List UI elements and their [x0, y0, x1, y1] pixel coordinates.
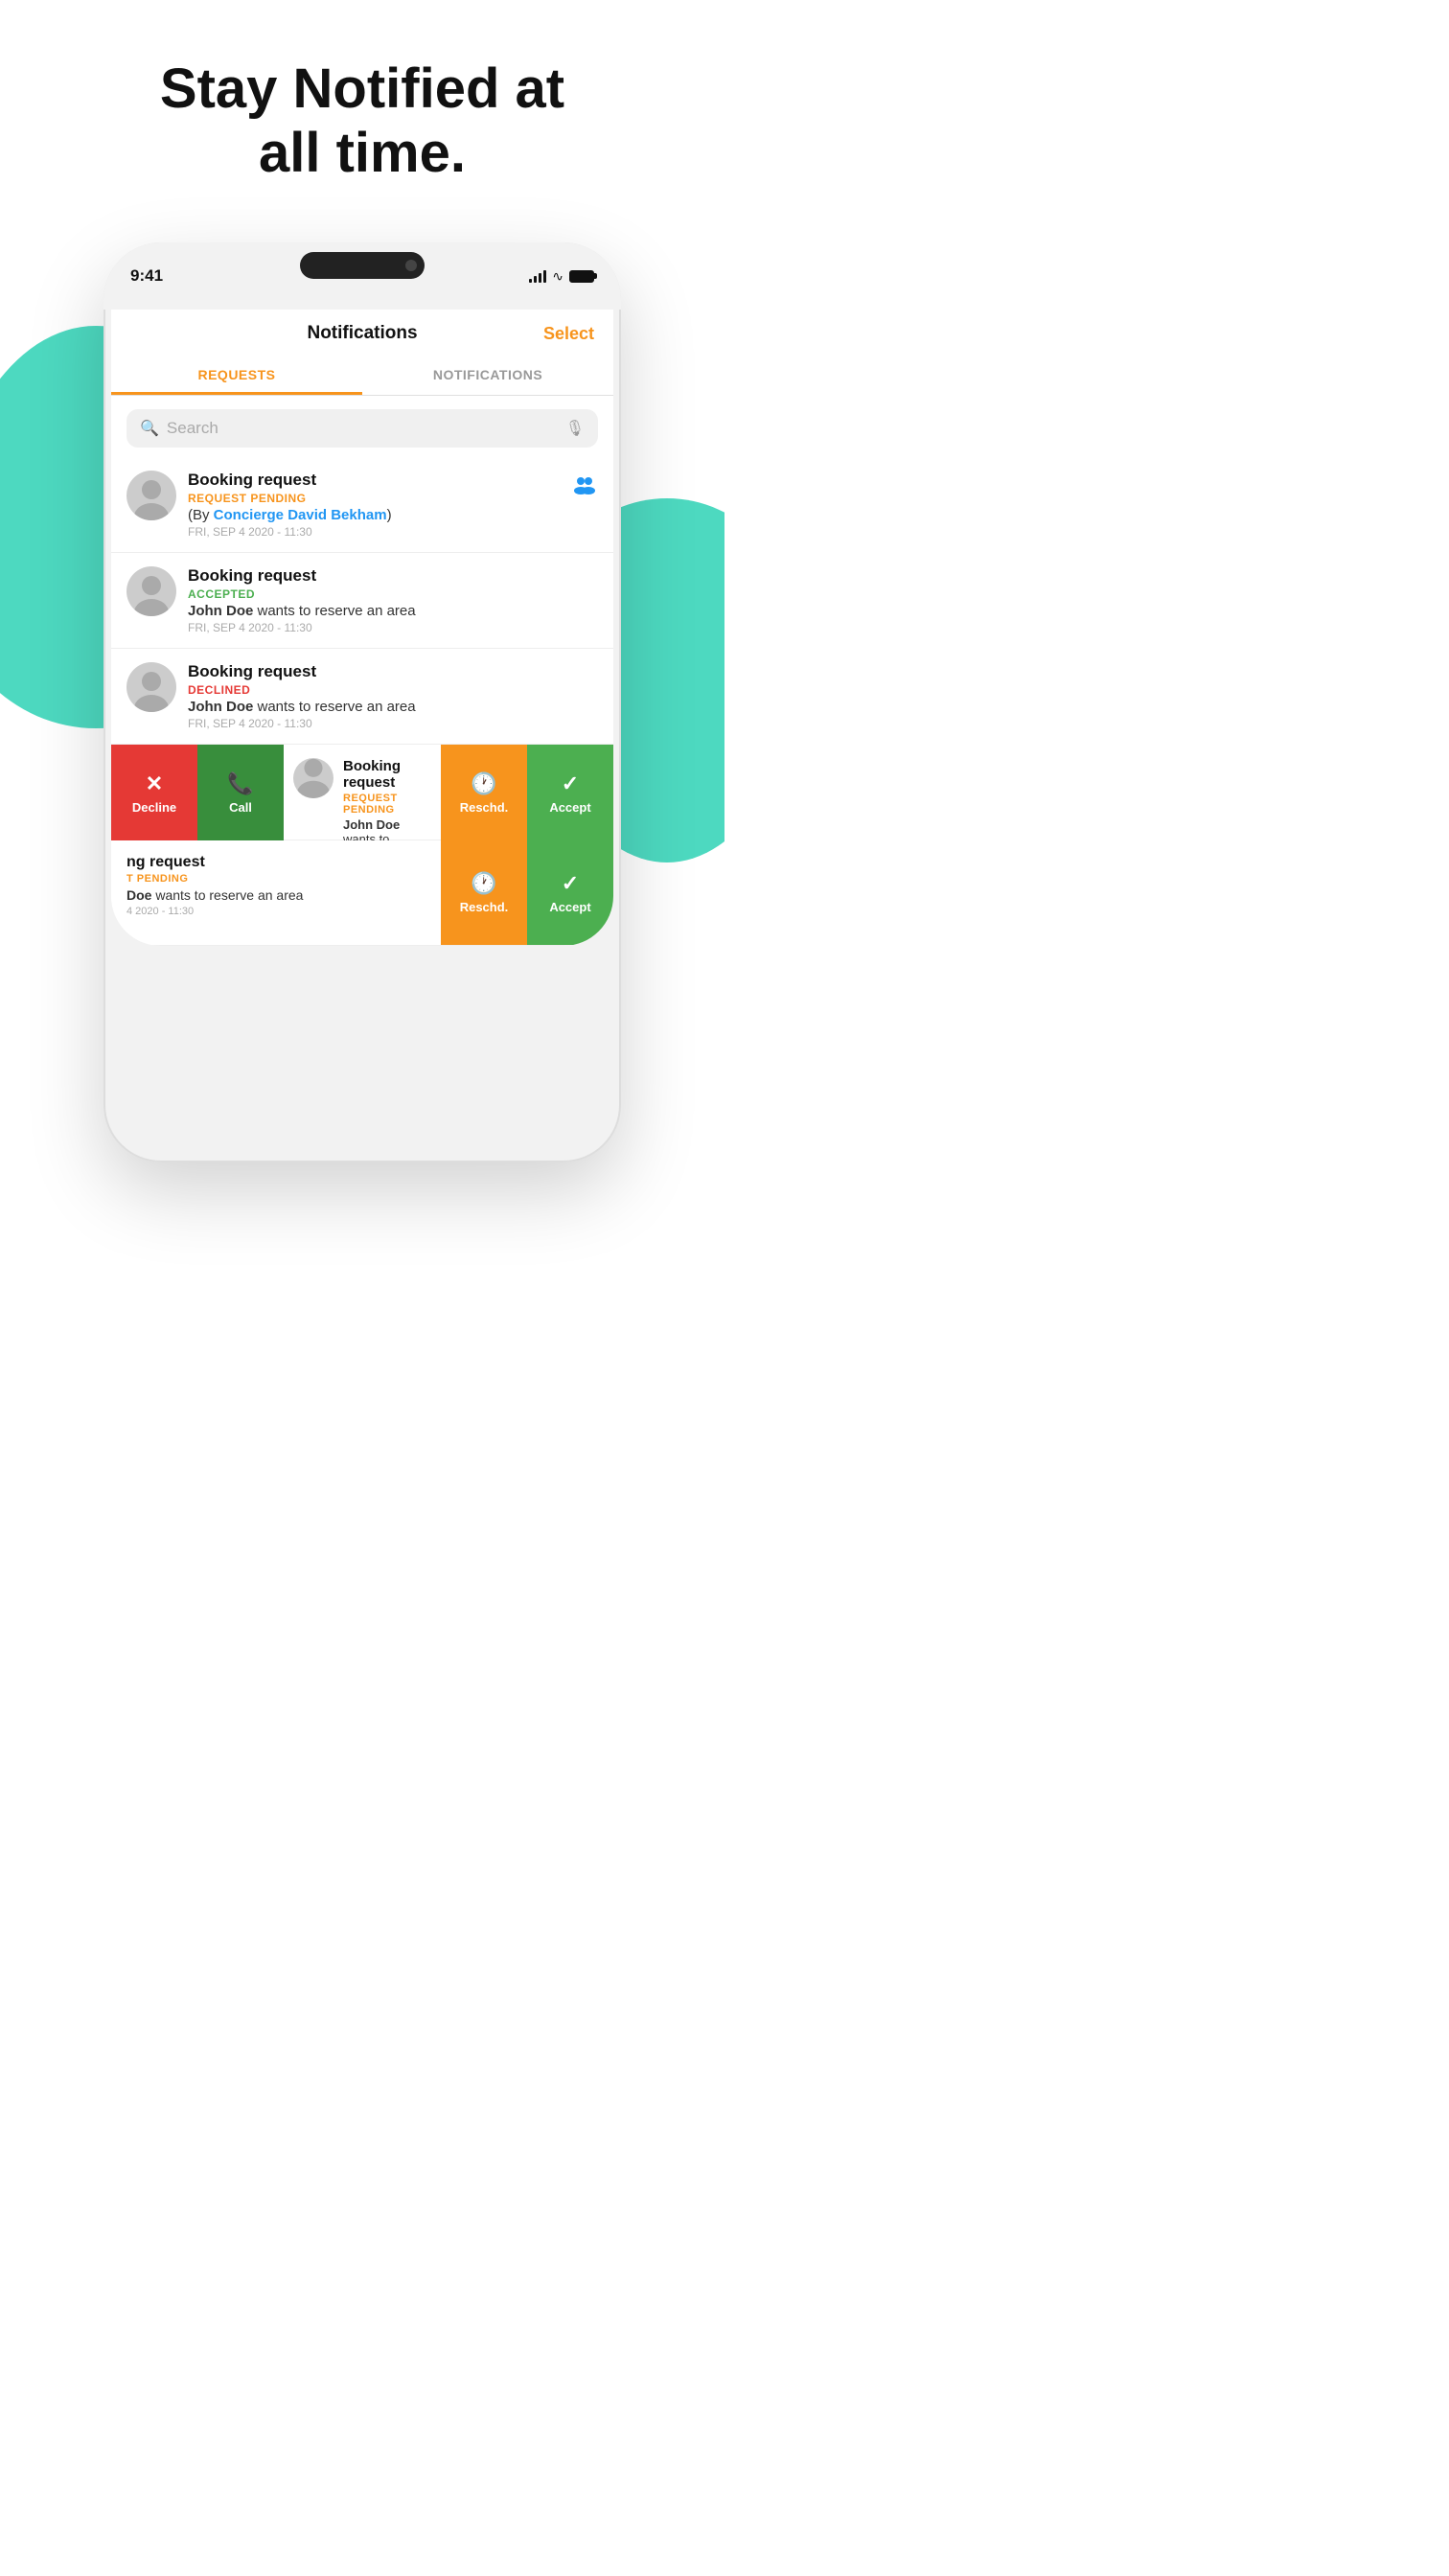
reschedule-button[interactable]: 🕐 Reschd. [441, 745, 527, 840]
notification-time: FRI, SEP 4 2020 - 11:30 [188, 525, 560, 539]
phone-icon: 📞 [227, 771, 253, 796]
list-item[interactable]: Booking request ACCEPTED John Doe wants … [111, 553, 613, 649]
notification-body: John Doe wants to reserve an area [188, 699, 598, 715]
hero-section: Stay Notified at all time. [0, 0, 724, 223]
swipe-actions-right: 🕐 Reschd. ✓ Accept [441, 745, 613, 840]
avatar [126, 471, 176, 520]
notification-content-partial: ng request T PENDING Doe wants to reserv… [111, 840, 441, 945]
notification-status: T PENDING [126, 873, 426, 885]
tab-notifications[interactable]: NOTIFICATIONS [362, 357, 613, 395]
group-icon [571, 474, 598, 501]
camera-dot [405, 260, 417, 271]
notification-body: (By Concierge David Bekham) [188, 507, 560, 523]
notification-title: Booking request [343, 758, 431, 791]
notification-time: FRI, SEP 4 2020 - 11:30 [188, 621, 598, 634]
notification-content: Booking request REQUEST PENDING (By Conc… [188, 471, 560, 539]
notification-time: FRI, SEP 4 2020 - 11:30 [188, 717, 598, 730]
notification-content: Booking request ACCEPTED John Doe wants … [188, 566, 598, 634]
notification-info: Booking request REQUEST PENDING John Doe… [343, 758, 431, 840]
notification-body: Doe wants to reserve an area [126, 887, 426, 903]
signal-icon [529, 269, 546, 283]
phone-wrapper: 9:41 ∿ Notifications Select R [0, 242, 724, 1162]
list-item-swipeable[interactable]: ✕ Decline 📞 Call [111, 745, 613, 840]
notification-title: ng request [126, 854, 426, 871]
phone-screen: Notifications Select REQUESTS NOTIFICATI… [111, 310, 613, 946]
app-header: Notifications Select [111, 310, 613, 344]
notification-title: Booking request [188, 471, 560, 490]
notification-body: John Doe wants to reserve a [343, 817, 431, 840]
check-icon: ✓ [562, 771, 579, 796]
microphone-icon[interactable]: 🎙 [565, 419, 585, 438]
avatar [126, 566, 176, 616]
list-item[interactable]: Booking request REQUEST PENDING (By Conc… [111, 457, 613, 553]
status-bar: 9:41 ∿ [104, 242, 621, 310]
accept-button[interactable]: ✓ Accept [527, 745, 613, 840]
notification-content-inner: Booking request REQUEST PENDING John Doe… [284, 745, 441, 840]
phone-notch [300, 252, 425, 279]
avatar [126, 662, 176, 712]
battery-icon [569, 270, 594, 283]
select-button[interactable]: Select [543, 324, 594, 344]
swipe-actions-left: ✕ Decline 📞 Call [111, 745, 284, 840]
notification-status: REQUEST PENDING [188, 492, 560, 505]
notification-time: 4 2020 - 11:30 [126, 906, 426, 917]
wifi-icon: ∿ [552, 268, 564, 285]
notification-title: Booking request [188, 566, 598, 586]
search-input[interactable]: Search [167, 419, 558, 438]
notification-body: John Doe wants to reserve an area [188, 603, 598, 619]
notification-content: Booking request DECLINED John Doe wants … [188, 662, 598, 730]
swipe-actions-right-partial: 🕐 Reschd. ✓ Accept [441, 840, 613, 945]
search-bar[interactable]: 🔍 Search 🎙 [126, 409, 598, 448]
list-item[interactable]: Booking request DECLINED John Doe wants … [111, 649, 613, 745]
accept-button-2[interactable]: ✓ Accept [527, 840, 613, 945]
status-icons: ∿ [529, 268, 594, 285]
avatar [293, 758, 334, 798]
clock-icon-2: 🕐 [471, 871, 496, 896]
reschedule-button-2[interactable]: 🕐 Reschd. [441, 840, 527, 945]
tab-requests[interactable]: REQUESTS [111, 357, 362, 395]
notification-status: DECLINED [188, 683, 598, 697]
decline-button[interactable]: ✕ Decline [111, 745, 197, 840]
notification-title: Booking request [188, 662, 598, 681]
notification-status: REQUEST PENDING [343, 793, 431, 816]
x-icon: ✕ [146, 771, 163, 796]
phone-frame: 9:41 ∿ Notifications Select R [104, 242, 621, 1162]
app-header-title: Notifications [307, 323, 417, 344]
notification-list: Booking request REQUEST PENDING (By Conc… [111, 457, 613, 946]
list-item-partial[interactable]: ng request T PENDING Doe wants to reserv… [111, 840, 613, 946]
notification-status: ACCEPTED [188, 587, 598, 601]
clock-icon: 🕐 [471, 771, 496, 796]
check-icon-2: ✓ [562, 871, 579, 896]
search-icon: 🔍 [140, 419, 159, 438]
hero-title: Stay Notified at all time. [58, 58, 667, 185]
tab-bar: REQUESTS NOTIFICATIONS [111, 357, 613, 396]
call-button[interactable]: 📞 Call [197, 745, 284, 840]
status-time: 9:41 [130, 266, 163, 286]
